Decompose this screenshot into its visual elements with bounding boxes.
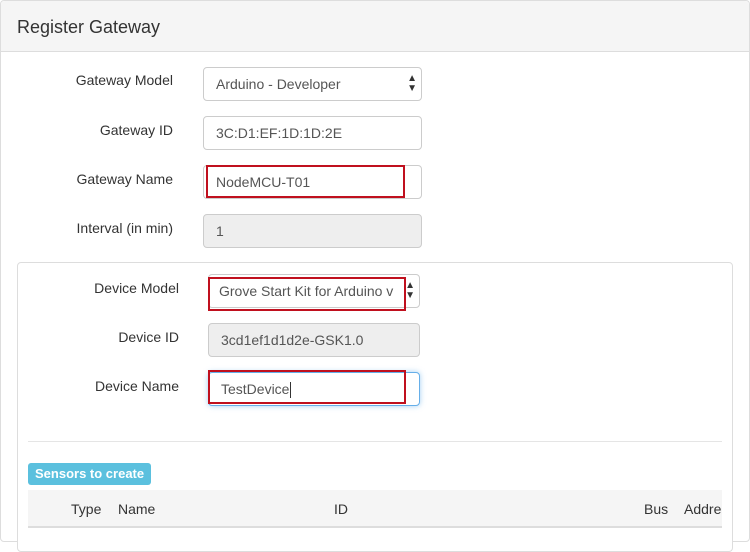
text-cursor xyxy=(290,382,292,399)
column-header-bus: Bus xyxy=(644,501,669,517)
panel-heading: Register Gateway xyxy=(1,1,749,52)
interval-field[interactable]: 1 xyxy=(203,214,422,248)
column-header-type: Type xyxy=(71,501,102,517)
device-id-label: Device ID xyxy=(118,329,179,345)
gateway-id-field[interactable]: 3C:D1:EF:1D:1D:2E xyxy=(203,116,422,150)
device-model-value: Grove Start Kit for Arduino v xyxy=(219,283,394,299)
device-model-label: Device Model xyxy=(94,280,179,296)
gateway-name-label: Gateway Name xyxy=(76,171,173,187)
device-name-label: Device Name xyxy=(94,378,179,394)
updown-arrow-icon: ▲ ▼ xyxy=(407,73,417,94)
gateway-id-label: Gateway ID xyxy=(99,122,173,138)
divider xyxy=(28,441,722,442)
sensors-badge: Sensors to create xyxy=(28,463,152,485)
column-header-name: Name xyxy=(118,501,156,517)
device-name-value: TestDevice xyxy=(221,381,290,397)
gateway-name-field[interactable]: NodeMCU-T01 xyxy=(203,165,422,199)
updown-arrow-icon: ▲ ▼ xyxy=(403,275,415,307)
gateway-model-select[interactable]: Arduino - Developer ▲ ▼ xyxy=(203,67,422,101)
gateway-model-label: Gateway Model xyxy=(75,72,173,88)
device-id-field[interactable]: 3cd1ef1d1d2e-GSK1.0 xyxy=(208,323,420,357)
device-model-select[interactable]: Grove Start Kit for Arduino v ▲ ▼ xyxy=(208,274,420,308)
sensors-table-header: Type Name ID Bus Addre xyxy=(28,490,722,528)
device-name-field[interactable]: TestDevice xyxy=(208,372,420,406)
interval-label: Interval (in min) xyxy=(76,220,173,236)
panel-title: Register Gateway xyxy=(17,17,161,37)
column-header-id: ID xyxy=(334,501,348,517)
column-header-address: Addre xyxy=(684,501,722,517)
gateway-model-value: Arduino - Developer xyxy=(216,76,341,92)
